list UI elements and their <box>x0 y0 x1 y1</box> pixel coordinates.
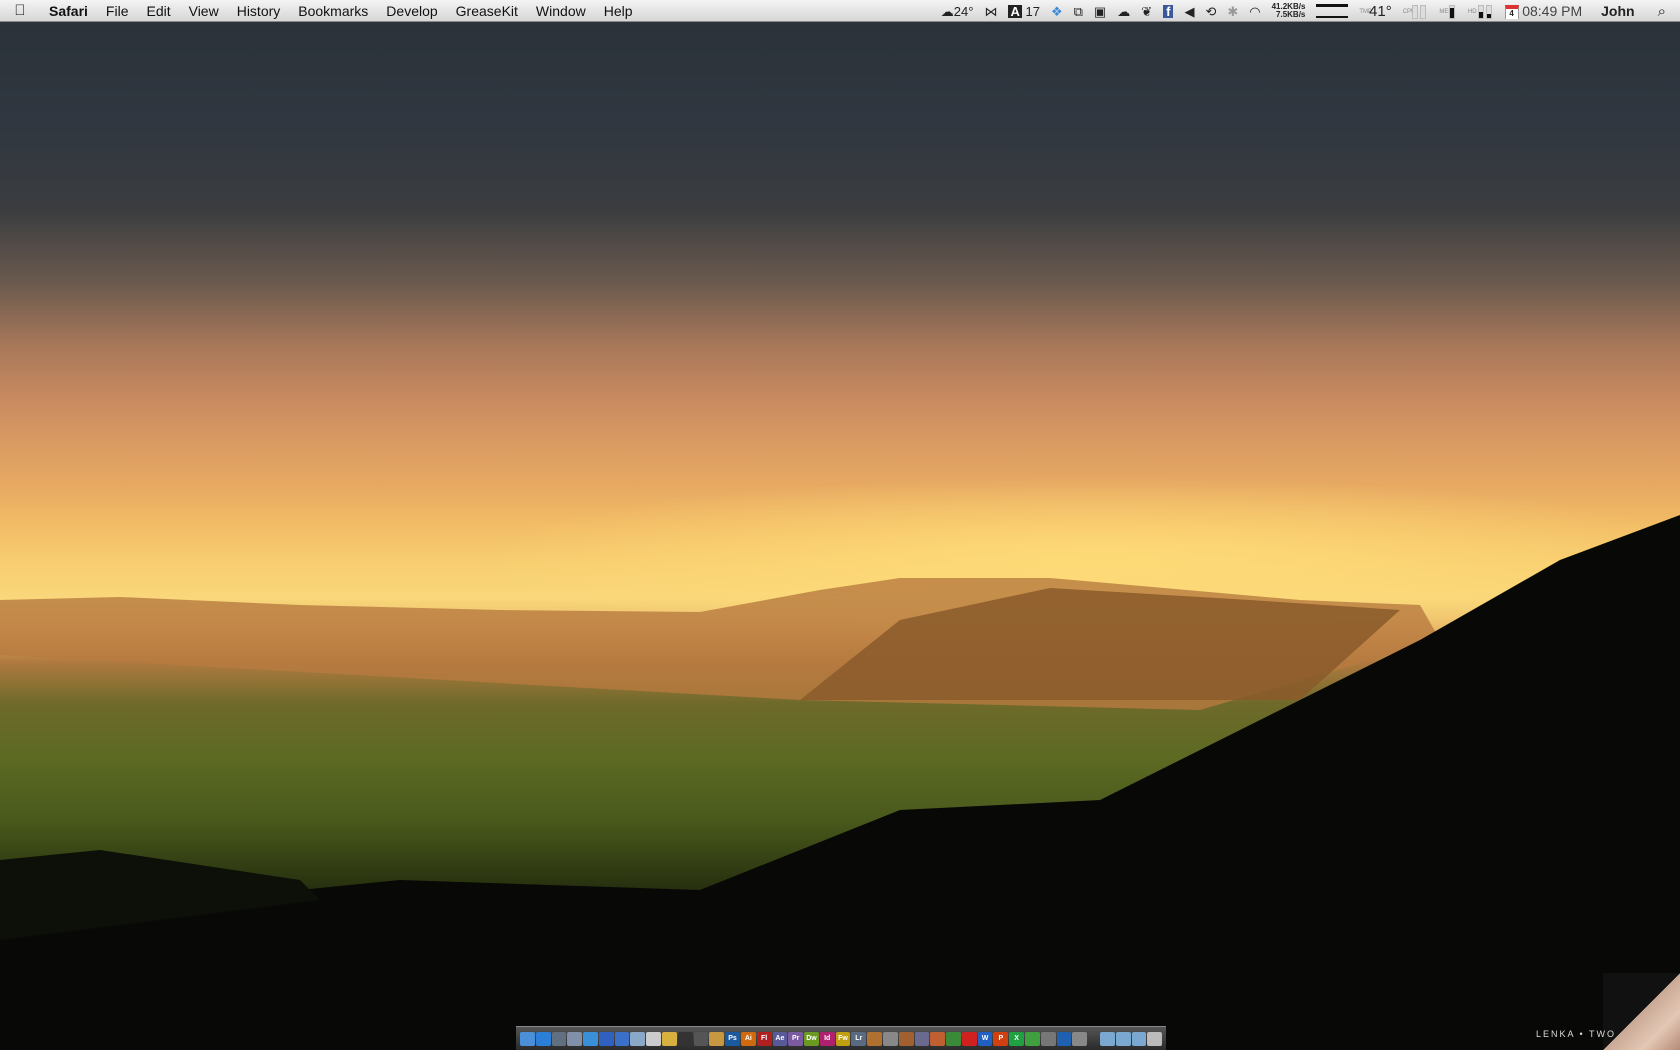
dock-item-automator[interactable] <box>1040 1031 1056 1046</box>
network-monitor[interactable]: 41.2KB/s 7.5KB/s <box>1272 3 1306 19</box>
menu-help[interactable]: Help <box>595 3 642 19</box>
dock-item-photoshop[interactable]: Ps <box>725 1031 740 1046</box>
dock-item-imovie[interactable] <box>882 1031 898 1046</box>
dock-item-system-preferences[interactable] <box>1072 1031 1088 1046</box>
dock-item-flashcards[interactable] <box>961 1031 977 1046</box>
dock-item-after-effects[interactable]: Ae <box>772 1031 788 1046</box>
menu-bookmarks[interactable]: Bookmarks <box>289 3 377 19</box>
wifi-icon[interactable]: ◠ <box>1249 5 1260 18</box>
dock-item-transmission[interactable] <box>1025 1031 1040 1046</box>
dock-item-dashboard[interactable] <box>551 1031 567 1046</box>
dock-item-premiere[interactable]: Pr <box>788 1031 804 1046</box>
dock-item-app-store[interactable] <box>535 1031 551 1046</box>
dock-item-lightroom[interactable]: Lr <box>851 1031 867 1046</box>
bluetooth-icon[interactable]: ✱ <box>1227 5 1238 18</box>
dock-item-downloads-folder[interactable] <box>1131 1031 1147 1046</box>
dock-item-itunes[interactable] <box>598 1031 614 1046</box>
growl-icon[interactable]: ⋈ <box>984 5 997 18</box>
dock-item-keynote[interactable] <box>930 1031 946 1046</box>
disk-bar-1 <box>1477 4 1484 19</box>
dock-item-illustrator[interactable]: Ai <box>740 1031 756 1046</box>
dock-item-parallels[interactable] <box>1056 1031 1072 1046</box>
dock-item-finder[interactable] <box>520 1031 535 1046</box>
status-menus: ☁24° ⋈ A 17 ❖ ⧉ ▣ ☁ ❦ f ◀ ⟲ ✱ ◠ 41.2KB/s… <box>941 0 1680 22</box>
cpu-monitor[interactable]: CPU <box>1403 3 1429 19</box>
user-menu[interactable]: John <box>1601 3 1634 19</box>
menu-view[interactable]: View <box>180 3 228 19</box>
dock-item-garageband[interactable] <box>898 1031 914 1046</box>
dock-item-powerpoint[interactable]: P <box>993 1031 1009 1046</box>
time-machine-icon[interactable]: ⟲ <box>1205 5 1216 18</box>
temperature-monitor[interactable]: TMP 41° <box>1359 3 1391 20</box>
dock-item-mail[interactable] <box>630 1031 646 1046</box>
dock-item-word[interactable]: W <box>977 1031 993 1046</box>
memory-bar <box>1448 4 1455 19</box>
dock-item-documents-folder[interactable] <box>1115 1031 1131 1046</box>
dock-item-camera[interactable] <box>646 1031 662 1046</box>
dock-item-numbers[interactable] <box>946 1031 961 1046</box>
dock-item-aperture[interactable] <box>677 1031 693 1046</box>
evernote-icon[interactable]: ❦ <box>1141 5 1152 18</box>
dock-item-image-capture[interactable] <box>867 1031 882 1046</box>
dock-item-trash[interactable] <box>1147 1031 1163 1046</box>
menu-greasekit[interactable]: GreaseKit <box>447 3 527 19</box>
menu-window[interactable]: Window <box>527 3 595 19</box>
dock-item-flash[interactable]: Fl <box>756 1031 772 1046</box>
disk-bar-2 <box>1485 4 1492 19</box>
menu-develop[interactable]: Develop <box>377 3 446 19</box>
dock: Ps Ai Fl Ae Pr Dw Id Fw Lr W P X <box>516 1026 1166 1050</box>
menu-bar:  Safari File Edit View History Bookmark… <box>0 0 1680 22</box>
dock-item-indesign[interactable]: Id <box>819 1031 835 1046</box>
dock-item-iphoto[interactable] <box>709 1031 725 1046</box>
adobe-updater-menu[interactable]: A 17 <box>1008 3 1040 19</box>
menu-history[interactable]: History <box>228 3 290 19</box>
dock-item-xcode[interactable] <box>614 1031 630 1046</box>
dock-item-final-cut[interactable] <box>693 1031 709 1046</box>
menu-file[interactable]: File <box>97 3 138 19</box>
icloud-icon[interactable]: ☁ <box>1117 5 1130 18</box>
clock-menu[interactable]: 4 08:49 PM <box>1504 3 1582 20</box>
dock-item-safari[interactable] <box>583 1031 598 1046</box>
facebook-icon[interactable]: f <box>1163 4 1174 18</box>
dock-item-logic[interactable] <box>914 1031 930 1046</box>
search-icon[interactable]: ⌕ <box>1658 4 1666 19</box>
volume-icon[interactable]: ◀ <box>1184 5 1194 18</box>
memory-monitor[interactable]: MEM <box>1439 3 1457 19</box>
screen-sharing-icon[interactable]: ⧉ <box>1074 5 1083 18</box>
cpu-core-2-bar <box>1420 4 1427 19</box>
menu-safari[interactable]: Safari <box>40 3 97 19</box>
disk-monitor[interactable]: HD <box>1468 3 1494 19</box>
dock-item-stickies[interactable] <box>662 1031 677 1046</box>
dock-item-fireworks[interactable]: Fw <box>835 1031 851 1046</box>
dropbox-icon[interactable]: ❖ <box>1051 5 1063 18</box>
dock-item-excel[interactable]: X <box>1009 1031 1024 1046</box>
calendar-icon: 4 <box>1504 5 1519 20</box>
dock-item-dreamweaver[interactable]: Dw <box>804 1031 819 1046</box>
airplay-icon[interactable]: ▣ <box>1094 5 1106 18</box>
cloud-sun-icon: ☁ <box>940 3 954 19</box>
apple-menu-icon[interactable]:  <box>0 2 40 19</box>
adobe-updater-icon: A <box>1008 3 1022 19</box>
dock-item-preview[interactable] <box>567 1031 583 1046</box>
network-graph <box>1316 4 1349 18</box>
now-playing-album: LENKA • TWO <box>1536 1029 1616 1039</box>
weather-menu[interactable]: ☁24° <box>941 4 974 19</box>
cpu-core-1-bar <box>1412 4 1419 19</box>
menu-edit[interactable]: Edit <box>137 3 179 19</box>
wallpaper-landscape <box>0 515 1680 1050</box>
dock-item-applications-folder[interactable] <box>1100 1031 1115 1046</box>
